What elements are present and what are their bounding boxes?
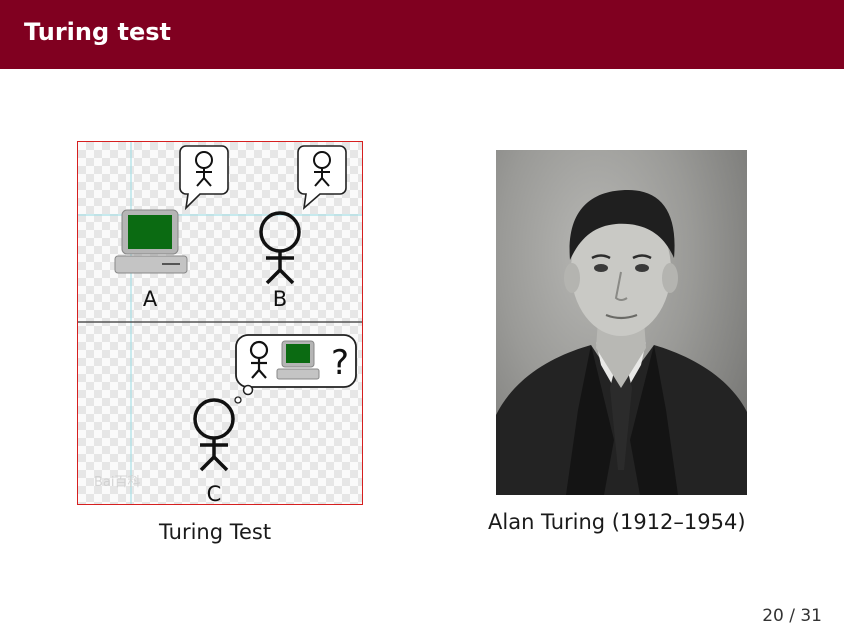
- computer-icon: [276, 340, 320, 380]
- turing-test-diagram: A B ? C Bai百科: [77, 141, 363, 505]
- person-c-icon: [193, 398, 235, 472]
- watermark: Bai百科: [94, 475, 141, 490]
- person-b-icon: [259, 211, 301, 285]
- label-b: B: [273, 287, 287, 311]
- computer-icon: [114, 209, 188, 274]
- slide-title: Turing test: [24, 18, 172, 46]
- question-mark: ?: [331, 343, 349, 383]
- caption-turing-test: Turing Test: [159, 520, 272, 544]
- thought-bubble: ?: [234, 334, 357, 404]
- alan-turing-photo: [496, 150, 747, 495]
- speech-bubble-b: [297, 145, 347, 211]
- label-a: A: [143, 287, 158, 311]
- page-number: 20 / 31: [762, 606, 822, 626]
- slide-header: Turing test: [0, 0, 844, 69]
- caption-alan-turing: Alan Turing (1912–1954): [488, 510, 746, 534]
- speech-bubble-a: [179, 145, 229, 211]
- label-c: C: [207, 482, 222, 505]
